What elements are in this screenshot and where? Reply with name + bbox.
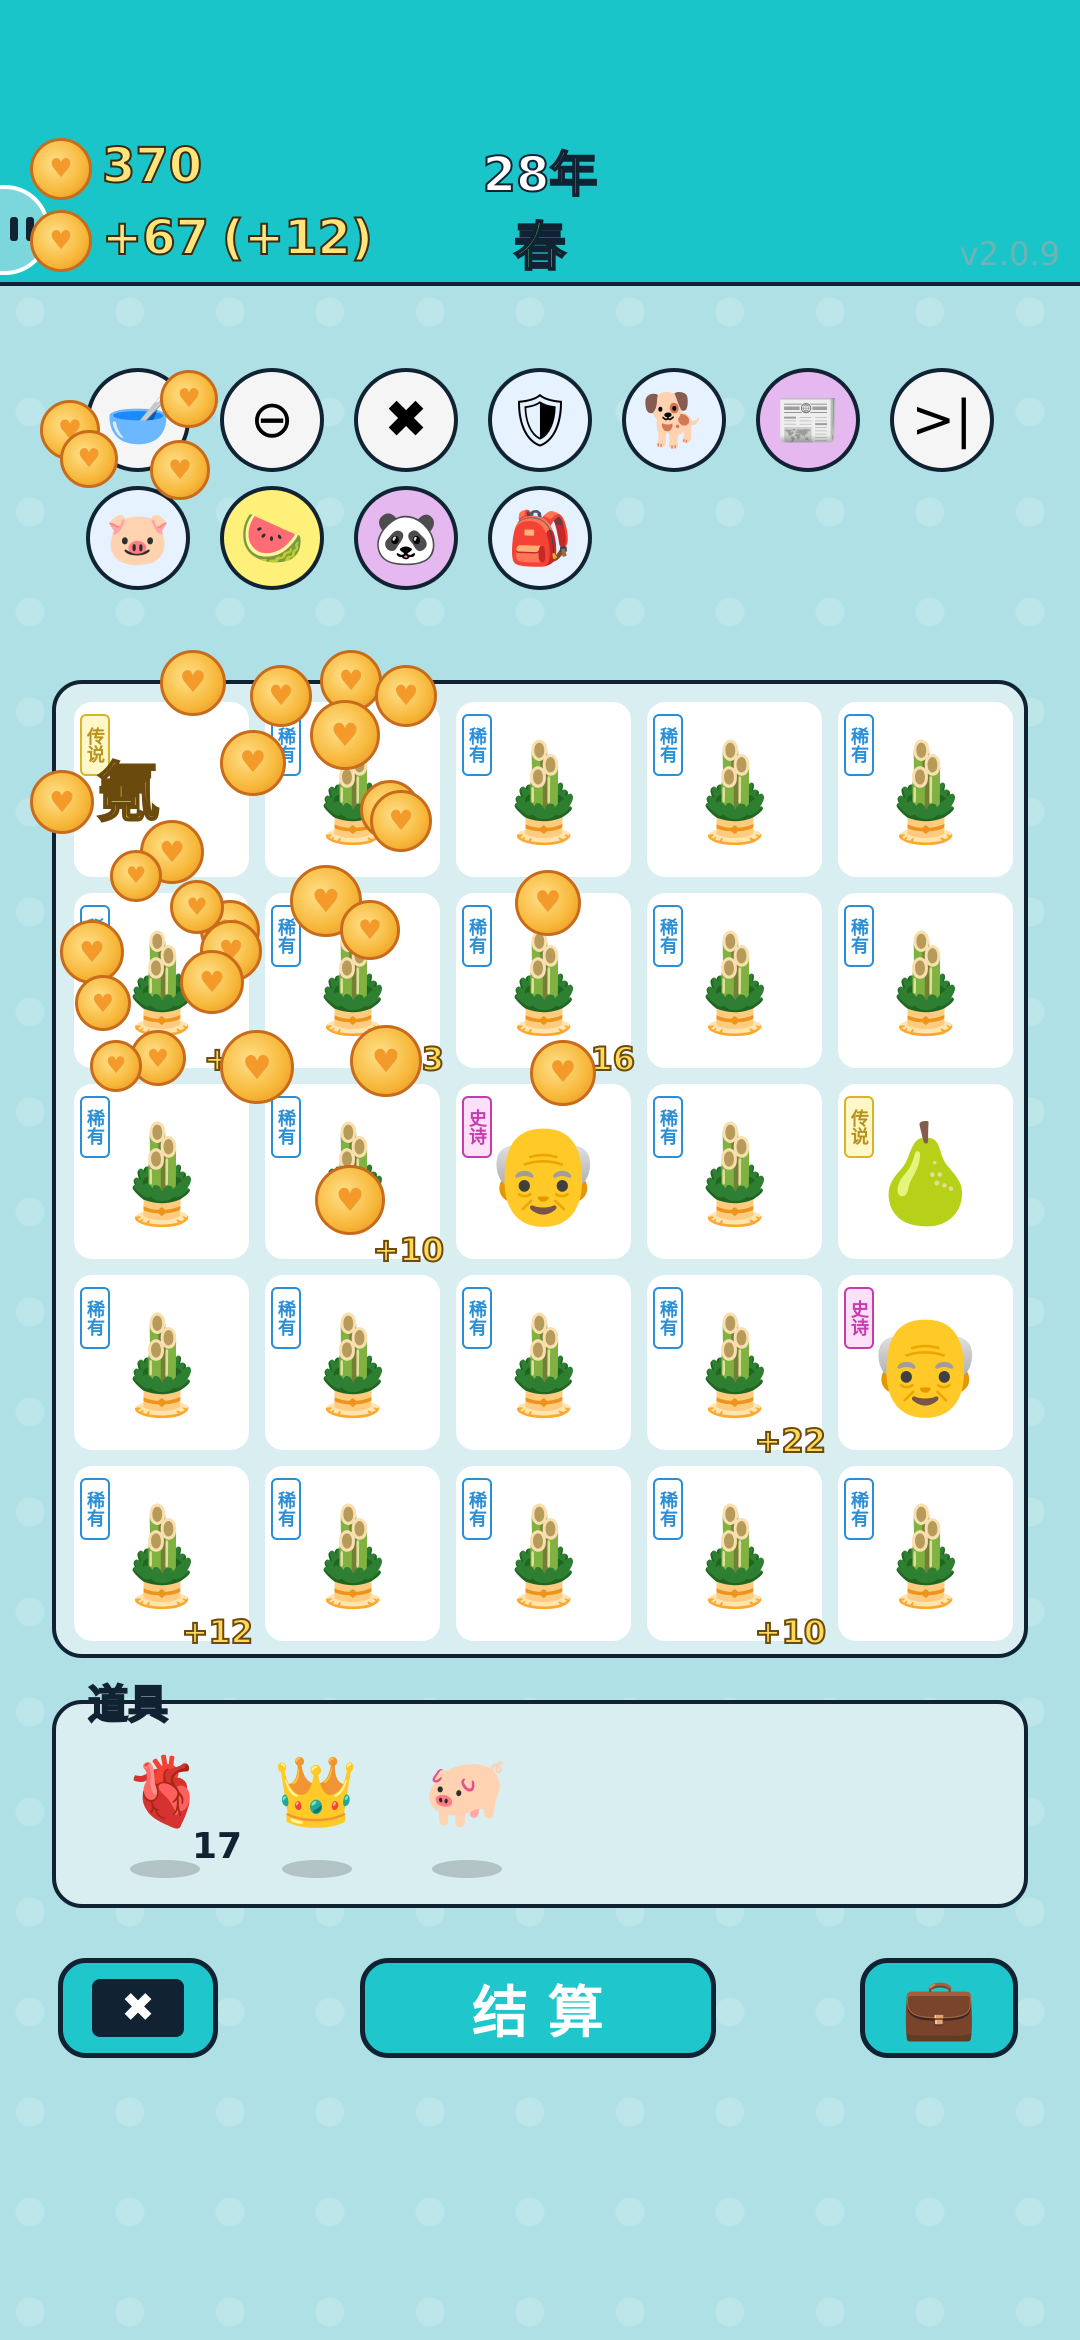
shield-wrench-icon[interactable]: 🛡 [488, 368, 592, 472]
bamboo-icon: 🎍 [865, 736, 986, 848]
bamboo-icon: 🎍 [674, 927, 795, 1039]
slot-cell: 稀有 🎍 [265, 1275, 440, 1450]
cell-bonus: +12 [181, 1612, 254, 1652]
old-man-icon: 👴 [865, 1309, 986, 1421]
slot-cell: 稀有 🎍 [838, 893, 1013, 1068]
cell-bonus: 16 [589, 1039, 636, 1079]
slot-cell: 稀有 🎍 [456, 1275, 631, 1450]
skip-icon[interactable]: >| [890, 368, 994, 472]
bamboo-icon: 🎍 [674, 1309, 795, 1421]
floating-coin-icon: ♥ [370, 790, 432, 852]
slot-cell: 稀有 🎍 [647, 1084, 822, 1259]
floating-coin-icon: ♥ [160, 370, 218, 428]
bamboo-icon: 🎍 [483, 1309, 604, 1421]
bamboo-icon: 🎍 [865, 927, 986, 1039]
bamboo-icon: 🎍 [674, 1500, 795, 1612]
floating-coin-icon: ♥ [250, 665, 312, 727]
slot-cell: 稀有 🎍 [838, 1466, 1013, 1641]
remove-button[interactable]: ✖ [58, 1958, 218, 2058]
slot-cell: 传说 🍐 [838, 1084, 1013, 1259]
bamboo-icon: 🎍 [101, 1309, 222, 1421]
bamboo-icon: 🎍 [483, 1500, 604, 1612]
briefcase-icon: 💼 [901, 1973, 977, 2044]
cell-bonus: +10 [372, 1230, 445, 1270]
slot-cell: 稀有 🎍 [74, 1084, 249, 1259]
slot-cell: 稀有 🎍 [838, 702, 1013, 877]
bamboo-icon: 🎍 [674, 736, 795, 848]
time-magazine-icon[interactable]: 📰 [756, 368, 860, 472]
slot-cell: 史诗 👴 [838, 1275, 1013, 1450]
panda-icon[interactable]: 🐼 [354, 486, 458, 590]
floating-coin-icon: ♥ [350, 1025, 422, 1097]
cell-bonus: +22 [754, 1421, 827, 1461]
slot-cell: 稀有 🎍 [265, 1466, 440, 1641]
floating-coin-icon: ♥ [310, 700, 380, 770]
floating-coin-icon: ♥ [515, 870, 581, 936]
cool-dog-icon[interactable]: 🐕 [622, 368, 726, 472]
floating-coin-icon: ♥ [110, 850, 162, 902]
floating-coin-icon: ♥ [30, 770, 94, 834]
slot-cell: 稀有 🎍 +12 [74, 1466, 254, 1652]
sack-icon[interactable]: 🎒 [488, 486, 592, 590]
cell-bonus: 3 [421, 1039, 445, 1079]
floating-coin-icon: ♥ [150, 440, 210, 500]
floating-coin-icon: ♥ [90, 1040, 142, 1092]
tools-title: 道具 [87, 1681, 169, 1729]
bamboo-icon: 🎍 [292, 1309, 413, 1421]
bamboo-icon: 🎍 [101, 1500, 222, 1612]
slot-grid: 传说氪稀有🎍稀有🎍稀有🎍稀有🎍稀有🎍+1稀有🎍3稀有🎍16稀有🎍稀有🎍稀有🎍稀有… [52, 680, 1028, 1658]
bamboo-icon: 🎍 [483, 736, 604, 848]
fruit-basket-icon[interactable]: 🍉 [220, 486, 324, 590]
remove-symbol-icon[interactable]: ⊖ [220, 368, 324, 472]
crown-shadow [282, 1860, 352, 1878]
slot-cell: 稀有 🎍 [456, 702, 631, 877]
slot-cell: 稀有 🎍 [74, 1275, 249, 1450]
slot-cell: 稀有 🎍 [647, 893, 822, 1068]
slot-cell: 稀有 🎍 +22 [647, 1275, 827, 1461]
slot-cell: 稀有 🎍 [456, 1466, 631, 1641]
krypton-symbol: 氪 [95, 756, 161, 832]
piggy-bank-icon[interactable]: 🐷 [86, 486, 190, 590]
year-label: 28年 [482, 146, 599, 204]
slot-cell: 稀有🎍+10 [647, 1466, 827, 1652]
liver-count: 17 [192, 1826, 243, 1867]
slot-cell: 稀有 🎍 [647, 702, 822, 877]
top-status-bar: ♥ 370 ♥ +67 (+12) 28年 春 v2.0.9 [0, 0, 1080, 286]
liver-shadow [130, 1860, 200, 1878]
bamboo-icon: 🎍 [483, 927, 604, 1039]
floating-coin-icon: ♥ [75, 975, 131, 1031]
bamboo-icon: 🎍 [674, 1118, 795, 1230]
floating-coin-icon: ♥ [315, 1165, 385, 1235]
floating-coin-icon: ♥ [180, 950, 244, 1014]
piggy-bank-tool-icon[interactable]: 🐖 [406, 1752, 526, 1862]
floating-coin-icon: ♥ [220, 730, 286, 796]
season-label: 春 [513, 217, 567, 279]
floating-coin-icon: ♥ [340, 900, 400, 960]
pear-icon: 🍐 [865, 1118, 986, 1230]
bamboo-icon: 🎍 [292, 1500, 413, 1612]
version-label: v2.0.9 [959, 235, 1060, 273]
bamboo-icon: 🎍 [101, 1118, 222, 1230]
slot-cell: 史诗 👴 [456, 1084, 631, 1259]
floating-coin-icon: ♥ [60, 920, 124, 984]
floating-coin-icon: ♥ [220, 1030, 294, 1104]
bag-button[interactable]: 💼 [860, 1958, 1018, 2058]
piggy-shadow [432, 1860, 502, 1878]
floating-coin-icon: ♥ [530, 1040, 596, 1106]
settle-button[interactable]: 结 算 [360, 1958, 716, 2058]
close-icon: ✖ [92, 1979, 184, 2037]
floating-coin-icon: ♥ [60, 430, 118, 488]
old-man-icon: 👴 [483, 1118, 604, 1230]
crown-icon[interactable]: 👑 [256, 1752, 376, 1862]
delete-tag-icon[interactable]: ✖ [354, 368, 458, 472]
floating-coin-icon: ♥ [375, 665, 437, 727]
floating-coin-icon: ♥ [160, 650, 226, 716]
bamboo-icon: 🎍 [865, 1500, 986, 1612]
cell-bonus: +10 [754, 1612, 827, 1652]
